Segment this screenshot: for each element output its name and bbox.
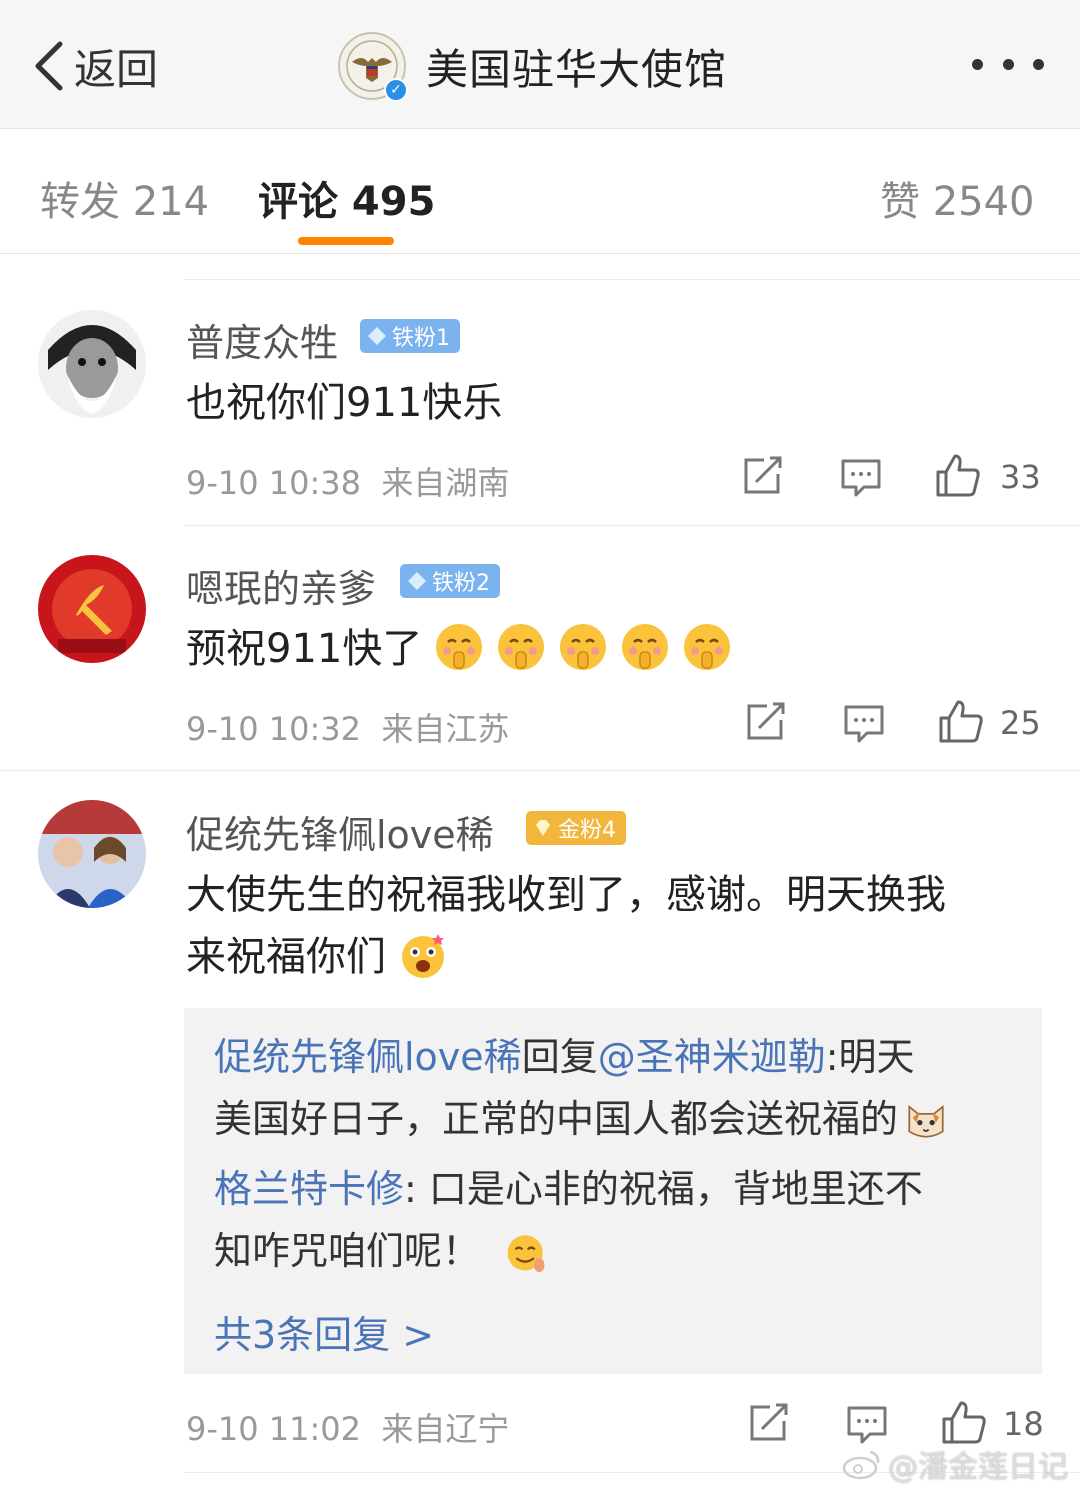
comment-username[interactable]: 普度众牲 xyxy=(186,312,338,367)
comment-time: 9-10 10:32 xyxy=(186,710,362,748)
comment-time: 9-10 10:38 xyxy=(186,464,362,502)
shushing-face-emoji xyxy=(498,624,545,670)
view-all-replies-link[interactable]: 共3条回复 > xyxy=(214,1304,434,1359)
comment-meta: 9-10 10:32 来自江苏 xyxy=(186,704,509,750)
repost-icon xyxy=(750,1403,788,1441)
repost-button[interactable] xyxy=(748,1403,790,1443)
reply-author[interactable]: 促统先锋佩love稀 xyxy=(214,1035,522,1079)
thumbs-up-icon xyxy=(942,1401,986,1444)
more-options-button[interactable] xyxy=(972,44,1044,84)
comment-text: 预祝911快了 xyxy=(186,618,1046,680)
repost-button[interactable] xyxy=(742,456,784,496)
divider xyxy=(184,279,1080,280)
active-tab-indicator xyxy=(298,237,394,245)
repost-icon xyxy=(747,702,785,740)
comment-meta: 9-10 10:38 来自湖南 xyxy=(186,458,509,504)
comment-text: 大使先生的祝福我收到了，感谢。明天换我 来祝福你们 xyxy=(186,872,946,980)
back-button[interactable]: 返回 xyxy=(30,36,158,96)
repost-button[interactable] xyxy=(745,702,787,742)
replies-preview[interactable]: 促统先锋佩love稀回复@圣神米迦勒:明天 美国好日子，正常的中国人都会送祝福的… xyxy=(184,1008,1042,1374)
chevron-left-icon xyxy=(35,41,63,91)
shushing-face-emoji xyxy=(436,624,483,670)
comment-location: 来自湖南 xyxy=(381,464,510,502)
diamond-icon xyxy=(368,327,386,345)
comment-text: 也祝你们911快乐 xyxy=(186,380,503,426)
reply-mention[interactable]: @圣神米迦勒 xyxy=(598,1035,826,1079)
tab-comments[interactable]: 评论 495 xyxy=(258,169,435,227)
comment-username[interactable]: 促统先锋佩love稀 xyxy=(186,804,494,859)
tab-bar: 转发 214 评论 495 赞 2540 xyxy=(0,129,1080,254)
thumbs-up-icon xyxy=(939,700,983,743)
repost-icon xyxy=(744,456,782,494)
like-count: 18 xyxy=(1003,1405,1044,1443)
cat-face-emoji xyxy=(908,1104,944,1138)
tab-reposts[interactable]: 转发 214 xyxy=(40,169,209,227)
like-button[interactable] xyxy=(941,1399,987,1445)
drooling-face-emoji xyxy=(507,1235,545,1273)
excited-face-emoji xyxy=(402,934,444,978)
gold-gem-icon xyxy=(536,820,550,836)
reply-button[interactable] xyxy=(840,458,882,498)
weibo-logo-icon xyxy=(842,1450,880,1480)
comment-time: 9-10 11:02 xyxy=(186,1410,362,1448)
reply-button[interactable] xyxy=(843,704,885,744)
divider xyxy=(0,770,1080,771)
top-navigation-bar: 返回 ✓ 美国驻华大使馆 xyxy=(0,0,1080,129)
shushing-face-emoji xyxy=(560,624,607,670)
comment-bubble-icon xyxy=(841,459,881,497)
more-dots-icon xyxy=(972,58,983,70)
weibo-watermark: @潘金莲日记 xyxy=(842,1442,1068,1486)
comment-username[interactable]: 嗯珉的亲爹 xyxy=(186,558,376,613)
back-label: 返回 xyxy=(74,44,159,94)
reply-item: 格兰特卡修: 口是心非的祝福，背地里还不 知咋咒咱们呢！ xyxy=(214,1167,923,1273)
reply-author[interactable]: 格兰特卡修 xyxy=(214,1167,404,1211)
comment-location: 来自江苏 xyxy=(381,710,510,748)
reply-button[interactable] xyxy=(846,1405,888,1445)
page-title: 美国驻华大使馆 xyxy=(426,44,728,94)
reply-item: 促统先锋佩love稀回复@圣神米迦勒:明天 美国好日子，正常的中国人都会送祝福的 xyxy=(214,1026,1014,1150)
shushing-face-emoji xyxy=(684,624,731,670)
fan-badge: 铁粉1 xyxy=(360,319,460,353)
like-button[interactable] xyxy=(938,698,984,744)
shushing-face-emoji xyxy=(622,624,669,670)
avatar[interactable] xyxy=(38,310,146,418)
embassy-seal-avatar: ✓ xyxy=(338,32,408,102)
fan-badge: 金粉4 xyxy=(526,811,626,845)
comment-location: 来自辽宁 xyxy=(381,1410,510,1448)
verified-badge-icon: ✓ xyxy=(384,78,408,102)
comment-bubble-icon xyxy=(847,1406,887,1444)
comment-meta: 9-10 11:02 来自辽宁 xyxy=(186,1404,509,1450)
fan-badge: 铁粉2 xyxy=(400,564,500,598)
account-title[interactable]: ✓ 美国驻华大使馆 xyxy=(338,28,727,104)
like-count: 33 xyxy=(1000,458,1041,496)
diamond-icon xyxy=(408,572,426,590)
like-button[interactable] xyxy=(935,452,981,498)
divider xyxy=(184,525,1080,526)
tab-likes[interactable]: 赞 2540 xyxy=(880,169,1035,227)
comment-bubble-icon xyxy=(844,705,884,743)
avatar[interactable] xyxy=(38,555,146,663)
avatar[interactable] xyxy=(38,800,146,908)
thumbs-up-icon xyxy=(936,454,980,497)
like-count: 25 xyxy=(1000,704,1041,742)
